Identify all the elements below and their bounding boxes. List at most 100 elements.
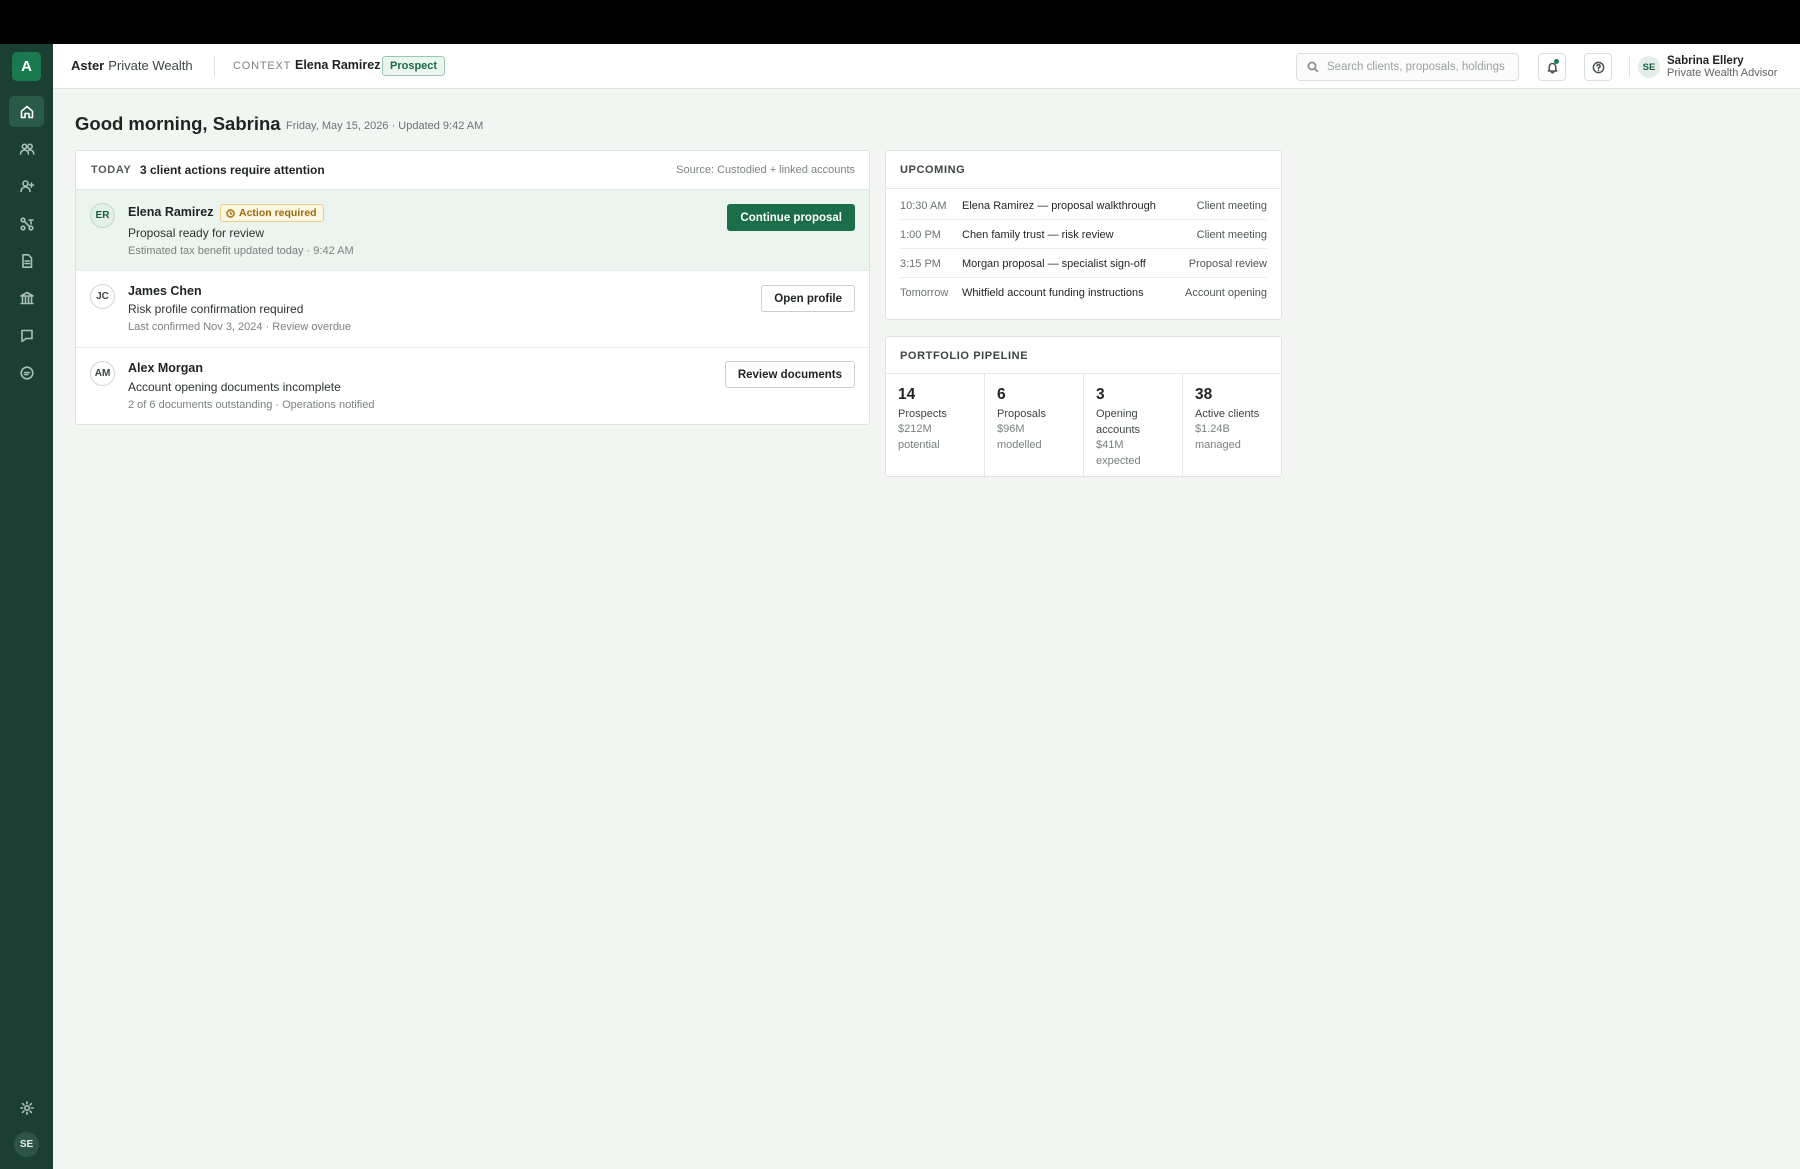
search-icon [1307, 61, 1319, 73]
sidebar-item-documents[interactable] [9, 245, 44, 276]
page-title: Good morning, Sabrina [75, 113, 281, 134]
add-client-icon [19, 179, 34, 192]
sidebar-item-notes[interactable] [9, 320, 44, 351]
open-profile-button[interactable]: Open profile [761, 285, 855, 312]
action-description: Proposal ready for review [128, 226, 265, 240]
stage-count: 6 [997, 386, 1006, 403]
sidebar: A SE [0, 44, 53, 1169]
stage-label: Proposals [997, 408, 1046, 420]
action-row-james-chen[interactable]: JC James Chen Risk profile confirmation … [76, 271, 869, 348]
badge-label: Action required [239, 207, 317, 219]
header-divider [1629, 56, 1630, 77]
event-title: Chen family trust — risk review [962, 229, 1114, 241]
brand-suffix: Private Wealth [108, 58, 193, 73]
action-meta: Estimated tax benefit updated today · 9:… [128, 245, 354, 257]
pipeline-title: PORTFOLIO PIPELINE [900, 350, 1029, 362]
stage-note: potential [898, 439, 940, 451]
sidebar-item-home[interactable] [9, 96, 44, 127]
stage-count: 38 [1195, 386, 1213, 403]
event-type: Client meeting [1196, 229, 1267, 241]
client-name[interactable]: James Chen [128, 284, 202, 298]
upcoming-item[interactable]: 10:30 AM Elena Ramirez — proposal walkth… [900, 191, 1267, 220]
app-logo[interactable]: A [12, 52, 41, 81]
sidebar-avatar[interactable]: SE [14, 1132, 39, 1157]
avatar: ER [90, 203, 115, 228]
stage-label: Opening accounts [1096, 408, 1141, 436]
event-type: Client meeting [1196, 200, 1267, 212]
help-icon [1592, 61, 1604, 73]
messages-icon [19, 365, 34, 380]
event-title: Whitfield account funding instructions [962, 287, 1144, 299]
stage-amount: $96M [997, 423, 1025, 435]
upcoming-item[interactable]: 3:15 PM Morgan proposal — specialist sig… [900, 249, 1267, 278]
action-required-badge: Action required [220, 204, 324, 222]
client-name[interactable]: Alex Morgan [128, 361, 203, 375]
search-input[interactable] [1327, 61, 1512, 73]
event-title: Morgan proposal — specialist sign-off [962, 258, 1146, 270]
actions-summary: 3 client actions require attention [140, 163, 325, 177]
pipeline-stage-proposals[interactable]: 6 Proposals $96M modelled [985, 374, 1084, 477]
stage-label: Prospects [898, 408, 947, 420]
action-meta: 2 of 6 documents outstanding · Operation… [128, 399, 375, 411]
app-window: A SE Aster Private Wealth CONTEXT Elena … [0, 44, 1800, 1169]
stage-note: expected [1096, 455, 1141, 467]
stage-amount: $212M [898, 423, 932, 435]
pipeline-stage-active-clients[interactable]: 38 Active clients $1.24B managed [1183, 374, 1282, 477]
sidebar-item-messages[interactable] [9, 357, 44, 388]
action-meta: Last confirmed Nov 3, 2024 · Review over… [128, 321, 352, 333]
brand-name: Aster [71, 58, 105, 73]
context-client[interactable]: Elena Ramirez [295, 58, 380, 72]
stage-note: managed [1195, 439, 1241, 451]
user-name[interactable]: Sabrina Ellery [1667, 55, 1744, 67]
sidebar-item-clients[interactable] [9, 133, 44, 164]
user-avatar[interactable]: SE [1638, 56, 1660, 78]
gear-icon [19, 1100, 34, 1115]
pipeline-stage-prospects[interactable]: 14 Prospects $212M potential [886, 374, 985, 477]
portfolio-pipeline-card: PORTFOLIO PIPELINE 14 Prospects $212M po… [885, 336, 1282, 477]
event-time: 10:30 AM [900, 200, 947, 212]
stage-count: 3 [1096, 386, 1105, 403]
help-button[interactable] [1584, 53, 1612, 81]
client-name[interactable]: Elena Ramirez [128, 205, 213, 219]
sidebar-item-settings[interactable] [9, 1092, 44, 1123]
upcoming-item[interactable]: 1:00 PM Chen family trust — risk review … [900, 220, 1267, 249]
stage-amount: $1.24B [1195, 423, 1230, 435]
upcoming-title: UPCOMING [900, 164, 966, 176]
notes-icon [20, 329, 33, 342]
action-description: Risk profile confirmation required [128, 302, 304, 316]
status-badge: Prospect [382, 56, 446, 76]
page-subtitle: Friday, May 15, 2026 · Updated 9:42 AM [286, 120, 484, 132]
documents-icon [21, 253, 32, 268]
clock-icon [226, 208, 235, 218]
event-time: 1:00 PM [900, 229, 941, 241]
sidebar-item-add-client[interactable] [9, 170, 44, 201]
action-row-elena-ramirez[interactable]: ER Elena Ramirez Action required Proposa… [76, 190, 869, 271]
event-time: Tomorrow [900, 287, 949, 299]
stage-count: 14 [898, 386, 916, 403]
notifications-button[interactable] [1538, 53, 1566, 81]
context-label: CONTEXT [233, 60, 292, 72]
event-title: Elena Ramirez — proposal walkthrough [962, 200, 1156, 212]
stage-note: modelled [997, 439, 1042, 451]
data-source: Source: Custodied + linked accounts [676, 164, 855, 176]
search-box[interactable] [1296, 53, 1519, 81]
pipeline-stage-opening-accounts[interactable]: 3 Opening accounts $41M expected [1084, 374, 1183, 477]
stage-label: Active clients [1195, 408, 1260, 420]
upcoming-item[interactable]: Tomorrow Whitfield account funding instr… [900, 278, 1267, 307]
avatar: AM [90, 361, 115, 386]
stage-amount: $41M [1096, 439, 1124, 451]
event-time: 3:15 PM [900, 258, 941, 270]
header-divider [214, 56, 215, 77]
sidebar-item-institution[interactable] [9, 282, 44, 313]
action-row-alex-morgan[interactable]: AM Alex Morgan Account opening documents… [76, 348, 869, 425]
divider [886, 188, 1281, 189]
home-icon [20, 105, 33, 118]
sidebar-item-workflow[interactable] [9, 208, 44, 239]
continue-proposal-button[interactable]: Continue proposal [727, 204, 855, 231]
review-documents-button[interactable]: Review documents [724, 361, 855, 388]
workflow-icon [19, 216, 34, 231]
brand[interactable]: Aster Private Wealth [71, 58, 193, 73]
action-description: Account opening documents incomplete [128, 380, 341, 394]
avatar: JC [90, 284, 115, 309]
event-type: Proposal review [1188, 258, 1267, 270]
